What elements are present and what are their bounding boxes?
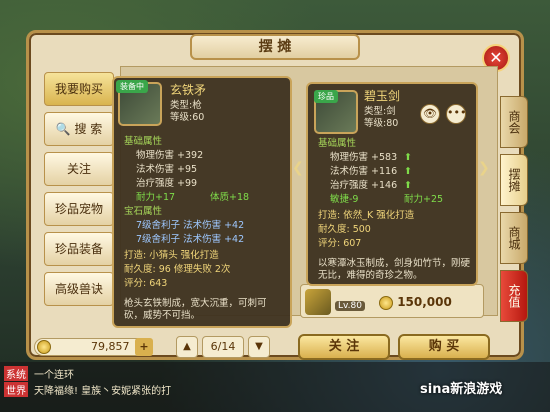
tab-buy[interactable]: 我要购买 [44,72,114,106]
watermark-logo: sina新浪游戏 [420,382,503,397]
section-base-stats: 基础属性 [318,138,357,149]
tab-stall[interactable]: 摆摊 [500,154,528,206]
tab-follow[interactable]: 关注 [44,152,114,186]
stat-line: 法术伤害 +95 [136,164,198,175]
up-arrow-icon: ⬆ [404,166,412,177]
item-level-badge: Lv.80 [335,301,365,311]
section-base-stats: 基础属性 [124,136,163,147]
left-tab-list: 我要购买 🔍 搜 索 关注 珍品宠物 珍品装备 高级兽诀 [44,72,114,312]
stat-bonus: 耐力+25 [404,194,444,205]
up-arrow-icon: ⬆ [404,180,412,191]
item-level: 等级:60 [170,112,205,123]
up-arrow-icon: ⬆ [404,152,412,163]
rare-ribbon: 珍品 [314,90,338,103]
forge-info: 打造: 依然_K 强化打造 [318,210,415,221]
tab-search-label: 搜 索 [74,122,103,136]
buy-button[interactable]: 购 买 [398,334,490,360]
tab-advanced-skill[interactable]: 高级兽诀 [44,272,114,306]
eye-icon[interactable]: 👁 [420,104,440,124]
page-next-icon[interactable]: ▼ [248,336,270,358]
prev-arrow-icon[interactable]: ❮ [292,160,304,176]
forge-info: 打造: 小猜头 强化打造 [124,250,219,261]
item-type: 类型:枪 [170,100,202,111]
page-indicator: 6/14 [202,336,244,358]
tab-rare-pet[interactable]: 珍品宠物 [44,192,114,226]
durability-info: 耐久度: 96 修理失败 2次 [124,264,231,275]
equipped-ribbon: 装备中 [116,80,148,93]
chat-line: 天降福缘! 皇族丶安妮紧张的打 [34,386,172,397]
item-name: 碧玉剑 [364,89,401,103]
panel-title: 摆 摊 [190,34,360,60]
tab-recharge[interactable]: 充值 [500,270,528,322]
chat-tag: 世界 [4,382,28,397]
score-info: 评分: 607 [318,238,362,249]
gem-line: 7级舍利子 法术伤害 +42 [136,220,245,231]
add-money-icon[interactable]: + [135,338,153,356]
item-tooltip-equipped: 装备中 玄铁矛 类型:枪 等级:60 基础属性 物理伤害 +392 法术伤害 +… [112,76,292,328]
money-display: 79,857 + [34,338,153,356]
stat-line: 治疗强度 +99 [136,178,198,189]
item-price-value: 150,000 [397,295,452,309]
tab-guild-shop[interactable]: 商会 [500,96,528,148]
chat-tag: 系统 [4,366,28,381]
item-description: 枪头玄铁制成，宽大沉重，可刺可砍，威势不可挡。 [124,298,267,321]
section-gem-stats: 宝石属性 [124,206,163,217]
durability-info: 耐久度: 500 [318,224,371,235]
right-tab-list: 商会 摆摊 商城 充值 [500,96,528,328]
list-item[interactable]: Lv.80 150,000 [300,284,484,318]
item-level: 等级:80 [364,118,399,129]
gem-line: 7级舍利子 法术伤害 +42 [136,234,245,245]
item-description: 以寒潭冰玉制成，剑身如竹节，刚硬无比，难得的奇珍之物。 [318,258,471,281]
stat-bonus: 体质+18 [210,192,250,203]
item-type: 类型:剑 [364,106,396,117]
stat-line: 物理伤害 +583 [330,152,398,163]
tab-mall[interactable]: 商城 [500,212,528,264]
next-arrow-icon[interactable]: ❯ [478,160,490,176]
stat-bonus: 耐力+17 [136,192,176,203]
tab-rare-equip[interactable]: 珍品装备 [44,232,114,266]
follow-button[interactable]: 关 注 [298,334,390,360]
page-prev-icon[interactable]: ▲ [176,336,198,358]
item-price: 150,000 [379,295,452,310]
stat-bonus: 敏捷-9 [330,194,359,205]
tab-search[interactable]: 🔍 搜 索 [44,112,114,146]
money-value: 79,857 [91,340,130,353]
stat-line: 法术伤害 +116 [330,166,398,177]
search-icon: 🔍 [55,122,71,136]
coin-icon [379,295,393,310]
coin-icon [37,340,51,354]
score-info: 评分: 643 [124,278,168,289]
chat-line: 一个连环 [34,370,74,381]
stat-line: 物理伤害 +392 [136,150,204,161]
more-icon[interactable]: ••• [446,104,466,124]
stat-line: 治疗强度 +146 [330,180,398,191]
sword-icon [305,289,331,315]
item-tooltip-compare: 珍品 碧玉剑 类型:剑 等级:80 👁 ••• 基础属性 物理伤害 +583 法… [306,82,478,286]
item-name: 玄铁矛 [170,83,207,97]
